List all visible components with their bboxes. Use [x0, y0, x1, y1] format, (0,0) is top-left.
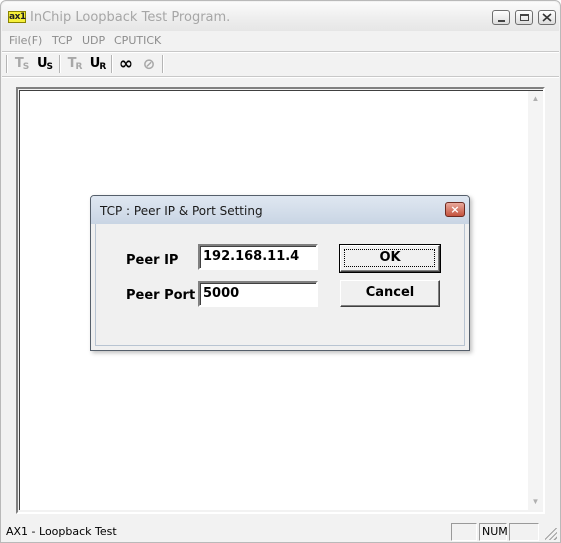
toolbar-divider [59, 55, 61, 73]
scroll-up-icon[interactable]: ▲ [530, 93, 541, 104]
status-text: AX1 - Loopback Test [6, 525, 117, 538]
size-grip-icon[interactable] [545, 528, 557, 540]
app-icon: ax1 [8, 11, 26, 23]
stop-icon: ⊘ [142, 55, 156, 73]
status-bar: AX1 - Loopback Test NUM [2, 521, 559, 542]
ok-button[interactable]: OK [339, 244, 441, 273]
menu-cputick[interactable]: CPUTICK [114, 34, 161, 47]
menu-file[interactable]: File(F) [9, 34, 42, 47]
loop-button[interactable]: ∞ [115, 54, 137, 74]
title-bar[interactable]: ax1 InChip Loopback Test Program. [2, 2, 559, 31]
udp-client-sub: R [99, 62, 107, 72]
tcp-server-sub: S [22, 62, 30, 72]
toolbar-divider [6, 55, 8, 73]
stop-button[interactable]: ⊘ [138, 54, 160, 74]
menu-tcp[interactable]: TCP [52, 34, 72, 47]
toolbar-separator [2, 76, 559, 78]
window-title: InChip Loopback Test Program. [30, 10, 231, 25]
peer-port-input[interactable]: 5000 [198, 281, 318, 307]
peer-settings-dialog: TCP : Peer IP & Port Setting × Peer IP 1… [90, 195, 470, 351]
peer-port-label: Peer Port [126, 288, 196, 303]
udp-server-sub: S [46, 62, 54, 72]
udp-client-button[interactable]: UR [87, 54, 109, 74]
cancel-label: Cancel [365, 285, 415, 300]
infinity-icon: ∞ [118, 54, 134, 74]
toolbar-divider [111, 55, 113, 73]
tcp-client-sub: R [75, 62, 83, 72]
maximize-icon [520, 14, 529, 21]
udp-server-label: U [36, 56, 48, 71]
dialog-body: Peer IP 192.168.11.4 Peer Port 5000 OK C… [95, 224, 465, 346]
minimize-icon [498, 20, 505, 22]
menu-udp[interactable]: UDP [82, 34, 105, 47]
udp-server-button[interactable]: US [34, 54, 56, 74]
close-icon [542, 13, 552, 22]
status-pane-scroll [509, 523, 539, 541]
toolbar: TS US TR UR ∞ ⊘ [2, 53, 559, 75]
dialog-close-button[interactable]: × [445, 202, 465, 217]
status-pane-caps [451, 523, 477, 541]
tcp-server-button[interactable]: TS [11, 54, 33, 74]
close-icon: × [450, 203, 460, 216]
ok-label: OK [379, 250, 401, 265]
close-button[interactable] [538, 10, 556, 25]
status-pane-num: NUM [479, 523, 508, 541]
menu-bar: File(F) TCP UDP CPUTICK [2, 31, 559, 51]
vertical-scrollbar[interactable]: ▲ ▼ [528, 90, 543, 510]
minimize-button[interactable] [492, 10, 510, 25]
maximize-button[interactable] [515, 10, 533, 25]
toolbar-divider [162, 55, 164, 73]
scroll-down-icon[interactable]: ▼ [530, 496, 541, 507]
peer-ip-label: Peer IP [126, 253, 179, 268]
dialog-title: TCP : Peer IP & Port Setting [100, 204, 263, 218]
tcp-client-button[interactable]: TR [64, 54, 86, 74]
dialog-title-bar[interactable]: TCP : Peer IP & Port Setting × [91, 196, 469, 224]
peer-ip-input[interactable]: 192.168.11.4 [198, 244, 318, 270]
cancel-button[interactable]: Cancel [340, 280, 440, 307]
